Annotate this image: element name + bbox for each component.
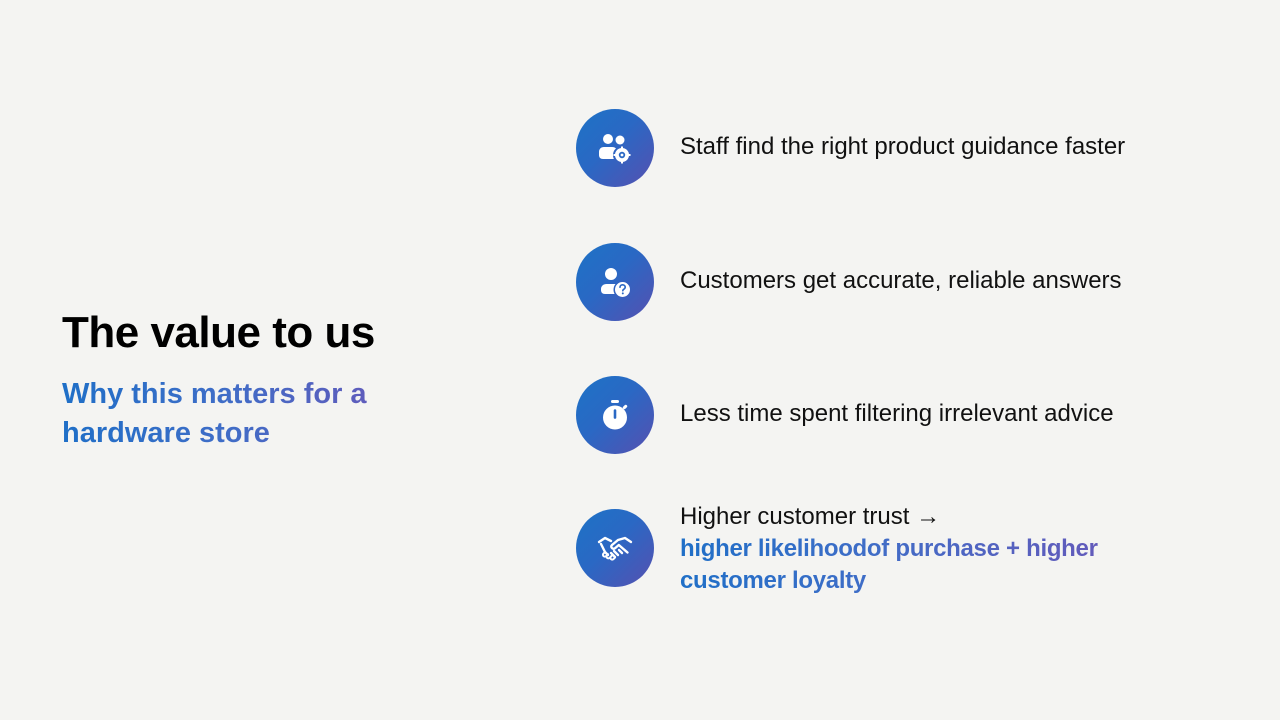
team-gear-icon	[576, 109, 654, 187]
value-item-time: Less time spent filtering irrelevant adv…	[576, 376, 1216, 456]
value-item-staff: Staff find the right product guidance fa…	[576, 109, 1216, 189]
stopwatch-icon	[576, 376, 654, 454]
slide-title: The value to us	[62, 308, 375, 357]
person-question-icon	[576, 243, 654, 321]
value-item-trust: Higher customer trust → higher likelihoo…	[576, 503, 1216, 594]
slide-subtitle: Why this matters for a hardware store	[62, 375, 422, 453]
value-item-customers: Customers get accurate, reliable answers	[576, 243, 1216, 323]
title-block: The value to us Why this matters for a h…	[62, 305, 482, 453]
handshake-icon	[576, 509, 654, 587]
trust-highlight: higher likelihoodof purchase + higher cu…	[680, 533, 1150, 597]
value-item-label: Staff find the right product guidance fa…	[680, 133, 1126, 160]
value-item-label: Higher customer trust → higher likelihoo…	[680, 501, 1150, 597]
trust-line: Higher customer trust →	[680, 503, 941, 530]
value-item-label: Customers get accurate, reliable answers	[680, 267, 1122, 294]
value-item-label: Less time spent filtering irrelevant adv…	[680, 400, 1114, 427]
